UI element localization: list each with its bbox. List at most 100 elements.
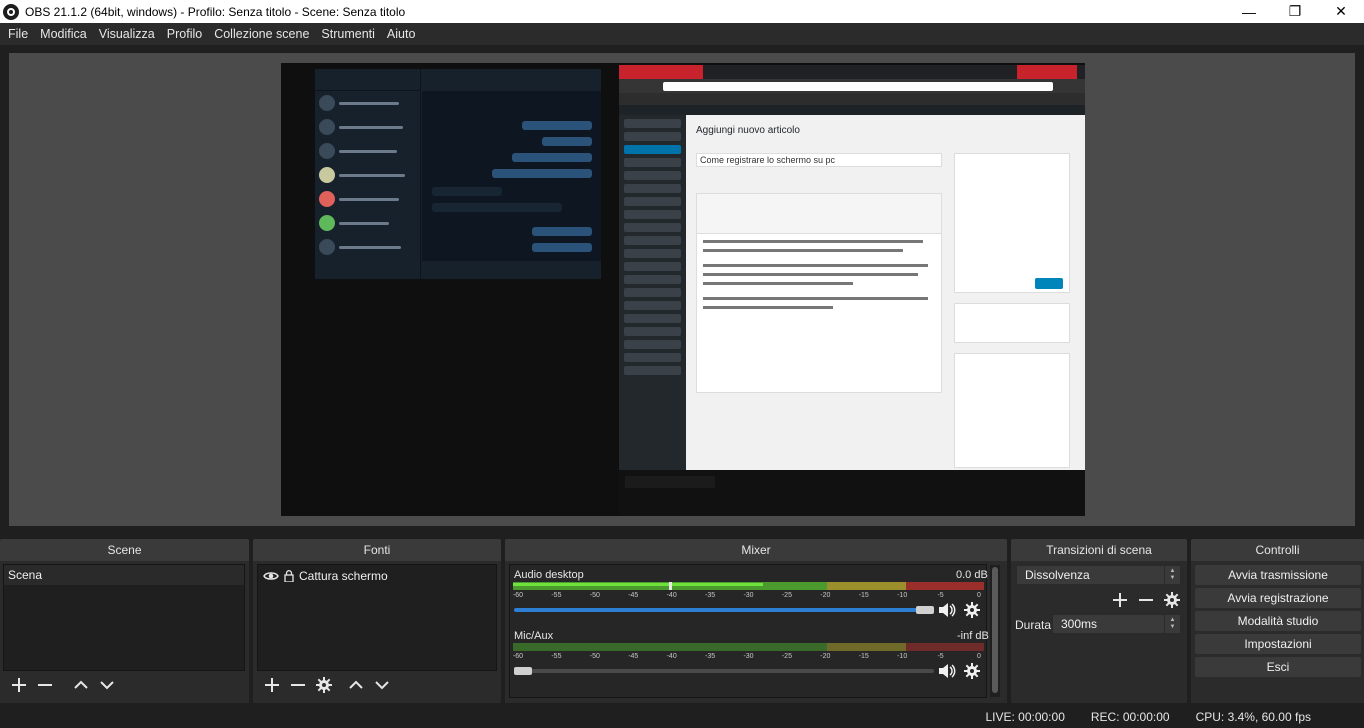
add-scene-button[interactable]: [6, 673, 32, 697]
meter-tick-label: 0: [977, 592, 981, 599]
studio-mode-button[interactable]: Modalità studio: [1195, 611, 1361, 631]
settings-button[interactable]: Impostazioni: [1195, 634, 1361, 654]
chevron-down-icon: [100, 681, 114, 690]
remove-scene-button[interactable]: [32, 673, 58, 697]
menu-bar: File Modifica Visualizza Profilo Collezi…: [0, 23, 1364, 45]
duration-value: 300ms: [1061, 617, 1098, 631]
title-bar: OBS 21.1.2 (64bit, windows) - Profilo: S…: [0, 0, 1364, 23]
minus-icon: [291, 684, 305, 686]
plus-icon: [265, 678, 279, 692]
gear-icon[interactable]: [963, 662, 981, 680]
transitions-dock-title: Transizioni di scena: [1011, 539, 1187, 561]
sources-toolbar: [259, 673, 395, 697]
source-properties-button[interactable]: [311, 673, 337, 697]
rec-time: REC: 00:00:00: [1090, 710, 1170, 724]
close-button[interactable]: ✕: [1318, 0, 1364, 23]
volume-slider-handle-desktop[interactable]: [916, 606, 934, 614]
menu-aiuto[interactable]: Aiuto: [381, 23, 422, 45]
scene-item[interactable]: Scena: [4, 565, 244, 585]
menu-modifica[interactable]: Modifica: [34, 23, 93, 45]
move-source-down-button[interactable]: [369, 673, 395, 697]
transition-properties-button[interactable]: [1159, 588, 1185, 612]
preview-canvas[interactable]: Aggiungi nuovo articolo Come registrare …: [281, 63, 1085, 516]
menu-profilo[interactable]: Profilo: [161, 23, 208, 45]
captured-taskbar: [619, 470, 1085, 516]
chevron-down-icon: [375, 681, 389, 690]
move-scene-up-button[interactable]: [68, 673, 94, 697]
add-transition-button[interactable]: [1107, 588, 1133, 612]
controls-dock-title: Controlli: [1191, 539, 1364, 561]
duration-label: Durata: [1015, 618, 1052, 632]
meter-tick-label: -25: [781, 653, 792, 660]
channel-name-mic: Mic/Aux: [514, 630, 554, 642]
speaker-icon[interactable]: [938, 662, 956, 680]
exit-button[interactable]: Esci: [1195, 657, 1361, 677]
volume-slider-desktop[interactable]: [514, 608, 934, 612]
gear-icon[interactable]: [963, 601, 981, 619]
meter-tick-label: -50: [589, 653, 600, 660]
scenes-dock-title: Scene: [0, 539, 249, 561]
meter-tick-label: -60: [512, 592, 524, 599]
lock-icon[interactable]: [284, 570, 294, 582]
spin-arrows-icon: ▲ ▼: [1164, 615, 1180, 633]
plus-icon: [12, 678, 26, 692]
captured-wp-sidebar: [619, 115, 686, 470]
menu-collezione-scene[interactable]: Collezione scene: [208, 23, 315, 45]
chevron-up-icon: [74, 680, 88, 689]
meter-tick-label: -10: [897, 653, 908, 660]
visibility-eye-icon[interactable]: [263, 570, 279, 582]
menu-visualizza[interactable]: Visualizza: [93, 23, 161, 45]
duration-spinbox[interactable]: 300ms ▲ ▼: [1052, 614, 1181, 634]
source-name: Cattura schermo: [299, 569, 388, 583]
meter-tick-label: -5: [937, 592, 944, 599]
meter-tick-label: -25: [781, 592, 792, 599]
minimize-button[interactable]: —: [1226, 0, 1272, 23]
meter-tick-label: 0: [977, 653, 981, 660]
transition-select[interactable]: Dissolvenza ▲ ▼: [1016, 565, 1181, 585]
transitions-toolbar: [1107, 588, 1185, 612]
meter-tick-label: -20: [820, 653, 831, 660]
menu-file[interactable]: File: [2, 23, 34, 45]
captured-post-editor: [696, 193, 942, 393]
remove-source-button[interactable]: [285, 673, 311, 697]
cpu-fps: CPU: 3.4%, 60.00 fps: [1195, 710, 1311, 724]
volume-slider-mic[interactable]: [514, 669, 934, 673]
meter-tick-label: -55: [551, 653, 562, 660]
transition-select-value: Dissolvenza: [1025, 568, 1090, 582]
mixer-scrollbar[interactable]: [990, 565, 1000, 697]
captured-page-heading: Aggiungi nuovo articolo: [696, 125, 800, 136]
add-source-button[interactable]: [259, 673, 285, 697]
mixer-dock-title: Mixer: [505, 539, 1007, 561]
meter-tick-label: -60: [512, 653, 524, 660]
captured-chat-view: [422, 69, 601, 279]
captured-browser-window: Aggiungi nuovo articolo Come registrare …: [619, 65, 1085, 516]
source-item[interactable]: Cattura schermo: [259, 566, 495, 586]
meter-tick-label: -40: [666, 653, 677, 660]
chevron-up-icon: [349, 680, 363, 689]
live-time: LIVE: 00:00:00: [985, 710, 1065, 724]
meter-tick-label: -30: [743, 592, 754, 599]
meter-tick-label: -45: [628, 653, 639, 660]
move-scene-down-button[interactable]: [94, 673, 120, 697]
plus-icon: [1113, 593, 1127, 607]
meter-scale-desktop: -60 -55 -50 -45 -40 -35 -30 -25 -20 -15 -10 -5 0: [513, 592, 984, 604]
meter-tick-label: -35: [705, 653, 716, 660]
start-recording-button[interactable]: Avvia registrazione: [1195, 588, 1361, 608]
speaker-icon[interactable]: [938, 601, 956, 619]
channel-name-desktop: Audio desktop: [514, 569, 584, 581]
meter-tick-label: -40: [666, 592, 677, 599]
meter-tick-label: -55: [551, 592, 562, 599]
meter-tick-label: -45: [628, 592, 639, 599]
meter-tick-label: -20: [820, 592, 831, 599]
volume-slider-handle-mic[interactable]: [514, 667, 532, 675]
select-arrows-icon: ▲ ▼: [1164, 566, 1180, 584]
start-streaming-button[interactable]: Avvia trasmissione: [1195, 565, 1361, 585]
minus-icon: [38, 684, 52, 686]
menu-strumenti[interactable]: Strumenti: [315, 23, 381, 45]
move-source-up-button[interactable]: [343, 673, 369, 697]
preview-area: Aggiungi nuovo articolo Come registrare …: [9, 53, 1355, 526]
meter-tick-label: -5: [937, 653, 944, 660]
restore-button[interactable]: ❐: [1272, 0, 1318, 23]
remove-transition-button[interactable]: [1133, 588, 1159, 612]
captured-chat-list: [315, 69, 421, 279]
